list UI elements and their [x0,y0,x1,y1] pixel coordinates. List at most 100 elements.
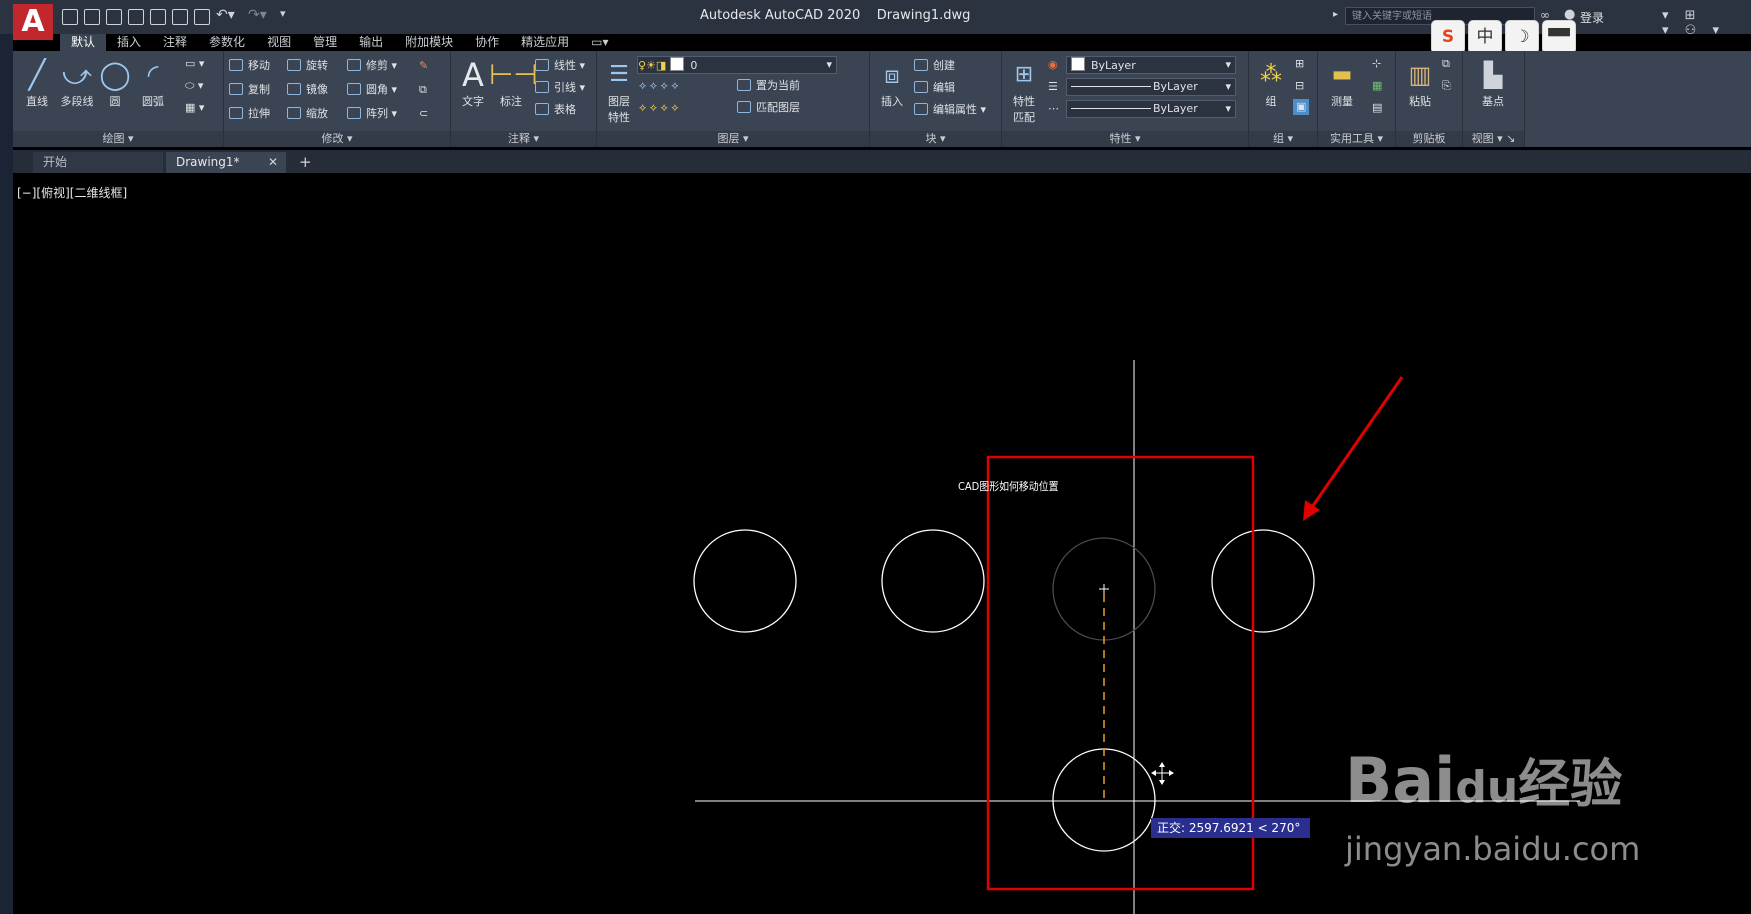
quick-select-icon[interactable]: ⊹ [1372,57,1381,71]
ribbon-minimize-icon[interactable]: ▭▾ [580,34,619,51]
layer-properties-button[interactable]: ☰ 图层 特性 [597,57,641,125]
autodesk-app-icon[interactable]: ▾ ⚇ [1662,23,1702,38]
mirror-label: 镜像 [306,83,328,96]
insert-button[interactable]: ⧈ 插入 [870,57,914,109]
redo-icon[interactable]: ↷▾ [248,7,274,27]
layer-tools-row-2[interactable]: ⟡ ⟡ ⟡ ⟡ [639,101,679,115]
create-block-button[interactable]: 创建 [914,59,955,73]
paste-button[interactable]: ▥ 粘贴 [1398,57,1442,109]
offset-icon[interactable]: ⊂ [419,107,428,121]
explode-icon[interactable]: ⧉ [419,83,427,97]
move-button[interactable]: 移动 [229,59,270,73]
base-view-button[interactable]: ▙ 基点 [1471,57,1515,109]
group-edit-icon[interactable]: ⊟ [1295,79,1304,93]
moon-icon[interactable]: ☽ [1505,20,1539,54]
application-menu-button[interactable]: A [13,4,53,40]
new-file-icon[interactable] [62,9,78,25]
ellipse-icon[interactable]: ⬭ ▾ [185,79,203,93]
layer-tools-row-1[interactable]: ⟡ ⟡ ⟡ ⟡ [639,79,679,93]
match-layer-button[interactable]: 匹配图层 [737,101,800,115]
save-icon[interactable] [106,9,122,25]
panel-block-title[interactable]: 块 ▾ [870,131,1001,147]
tab-drawing1[interactable]: Drawing1* ✕ [166,152,286,173]
plot-icon[interactable] [172,9,188,25]
panel-groups-title[interactable]: 组 ▾ [1249,131,1317,147]
tab-parametric[interactable]: 参数化 [198,34,256,51]
set-current-button[interactable]: 置为当前 [737,79,800,93]
skin-icon[interactable]: ▀▀ [1542,20,1576,54]
select-all-icon[interactable]: ▦ [1372,79,1382,93]
panel-properties-title[interactable]: 特性 ▾ [1002,131,1248,147]
edit-attributes-button[interactable]: 编辑属性 ▾ [914,103,986,117]
edit-block-button[interactable]: 编辑 [914,81,955,95]
copy-button[interactable]: 复制 [229,83,270,97]
tab-annotate[interactable]: 注释 [152,34,198,51]
erase-icon[interactable]: ✎ [419,59,428,73]
arc-icon: ◜ [147,58,159,91]
array-button[interactable]: 阵列 ▾ [347,107,397,121]
rotate-button[interactable]: 旋转 [287,59,328,73]
linetype-dropdown[interactable]: ByLayer ▾ [1066,78,1236,96]
tab-view[interactable]: 视图 [256,34,302,51]
polyline-label: 多段线 [60,95,94,108]
stretch-button[interactable]: 拉伸 [229,107,270,121]
measure-button[interactable]: ▬ 测量 [1320,57,1364,109]
customize-qat-icon[interactable]: ▾ [280,7,286,27]
color-dropdown[interactable]: ByLayer ▾ [1066,56,1236,74]
language-toggle[interactable]: 中 [1468,20,1502,54]
close-icon[interactable]: ✕ [268,152,278,173]
ortho-tooltip: 正交: 2597.6921 < 270° [1151,818,1311,838]
help-icon[interactable]: ▾ [1712,23,1725,38]
panel-clipboard: ▥ 粘贴 ⧉ ⎘ 剪贴板 [1396,51,1463,147]
panel-clipboard-title[interactable]: 剪贴板 [1396,131,1462,147]
tab-collaborate[interactable]: 协作 [464,34,510,51]
hatch-icon[interactable]: ▦ ▾ [185,101,204,115]
tab-home[interactable]: 默认 [60,34,107,51]
print-icon[interactable] [194,9,210,25]
group-button[interactable]: ⁂ 组 [1249,57,1293,109]
rectangle-icon[interactable]: ▭ ▾ [185,57,204,71]
mirror-button[interactable]: 镜像 [287,83,328,97]
undo-icon[interactable]: ↶▾ [216,7,242,27]
publish-icon[interactable] [150,9,166,25]
cut-copy-icon[interactable]: ⧉ [1442,57,1450,71]
dimension-button[interactable]: ⊢⊣ 标注 [489,57,538,109]
ungroup-icon[interactable]: ⊞ [1295,57,1304,71]
login-button[interactable]: 登录 [1580,9,1604,26]
match-properties-button[interactable]: ⊞ 特性 匹配 [1002,57,1046,125]
table-button[interactable]: 表格 [535,103,576,117]
tab-output[interactable]: 输出 [348,34,394,51]
panel-modify-title[interactable]: 修改 ▾ [224,131,450,147]
panel-view-title[interactable]: 视图 ▾ ↘ [1463,131,1524,147]
lineweight-dropdown[interactable]: ByLayer ▾ [1066,100,1236,118]
panel-layers-title[interactable]: 图层 ▾ [597,131,869,147]
tab-addins[interactable]: 附加模块 [394,34,464,51]
calculator-icon[interactable]: ▤ [1372,101,1382,115]
group-select-icon[interactable]: ▣ [1293,99,1310,115]
layer-dropdown[interactable]: ♀☀◨ 0 ▾ [637,56,837,74]
tab-manage[interactable]: 管理 [302,34,348,51]
tab-start-label: 开始 [43,155,68,169]
copy-clip-icon[interactable]: ⎘ [1442,79,1451,93]
panel-annotation-title[interactable]: 注释 ▾ [451,131,596,147]
leader-button[interactable]: 引线 ▾ [535,81,585,95]
cart-icon[interactable]: ▾ ⊞ [1662,8,1702,23]
search-expand-icon[interactable]: ▸ [1333,9,1338,20]
sogou-icon[interactable]: S [1431,20,1465,54]
scale-button[interactable]: 缩放 [287,107,328,121]
linear-button[interactable]: 线性 ▾ [535,59,585,73]
panel-groups: ⁂ 组 ⊞ ⊟ ▣ 组 ▾ [1249,51,1318,147]
line-button[interactable]: ╱ 直线 [15,57,59,109]
open-folder-icon[interactable] [84,9,100,25]
arc-button[interactable]: ◜ 圆弧 [131,57,175,109]
viewport-controls-label[interactable]: [−][俯视][二维线框] [17,184,127,201]
trim-button[interactable]: 修剪 ▾ [347,59,397,73]
tab-featured-apps[interactable]: 精选应用 [510,34,580,51]
tab-insert[interactable]: 插入 [106,34,152,51]
panel-utilities-title[interactable]: 实用工具 ▾ [1318,131,1395,147]
fillet-button[interactable]: 圆角 ▾ [347,83,397,97]
new-tab-button[interactable]: + [289,152,313,173]
save-as-icon[interactable] [128,9,144,25]
panel-draw-title[interactable]: 绘图 ▾ [13,131,223,147]
tab-start[interactable]: 开始 [33,152,163,173]
